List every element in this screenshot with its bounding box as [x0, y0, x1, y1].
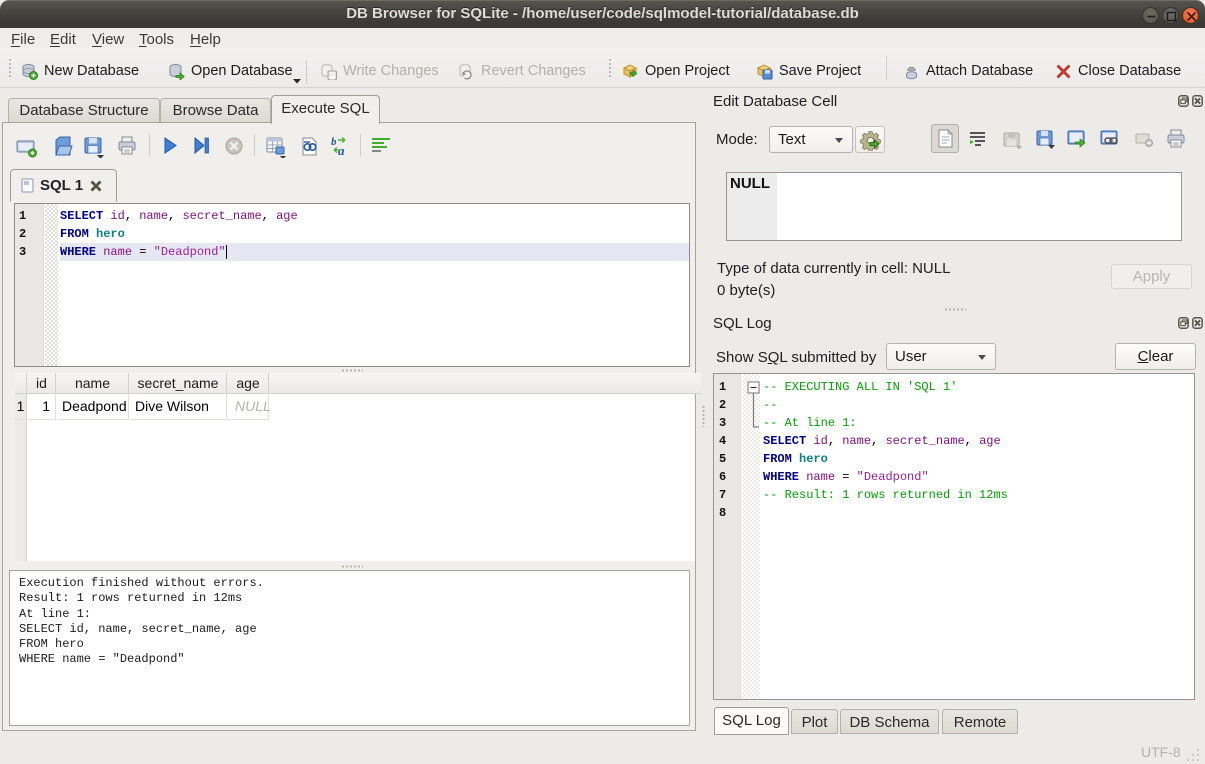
- svg-text:b: b: [331, 136, 337, 148]
- svg-text:a: a: [338, 143, 345, 157]
